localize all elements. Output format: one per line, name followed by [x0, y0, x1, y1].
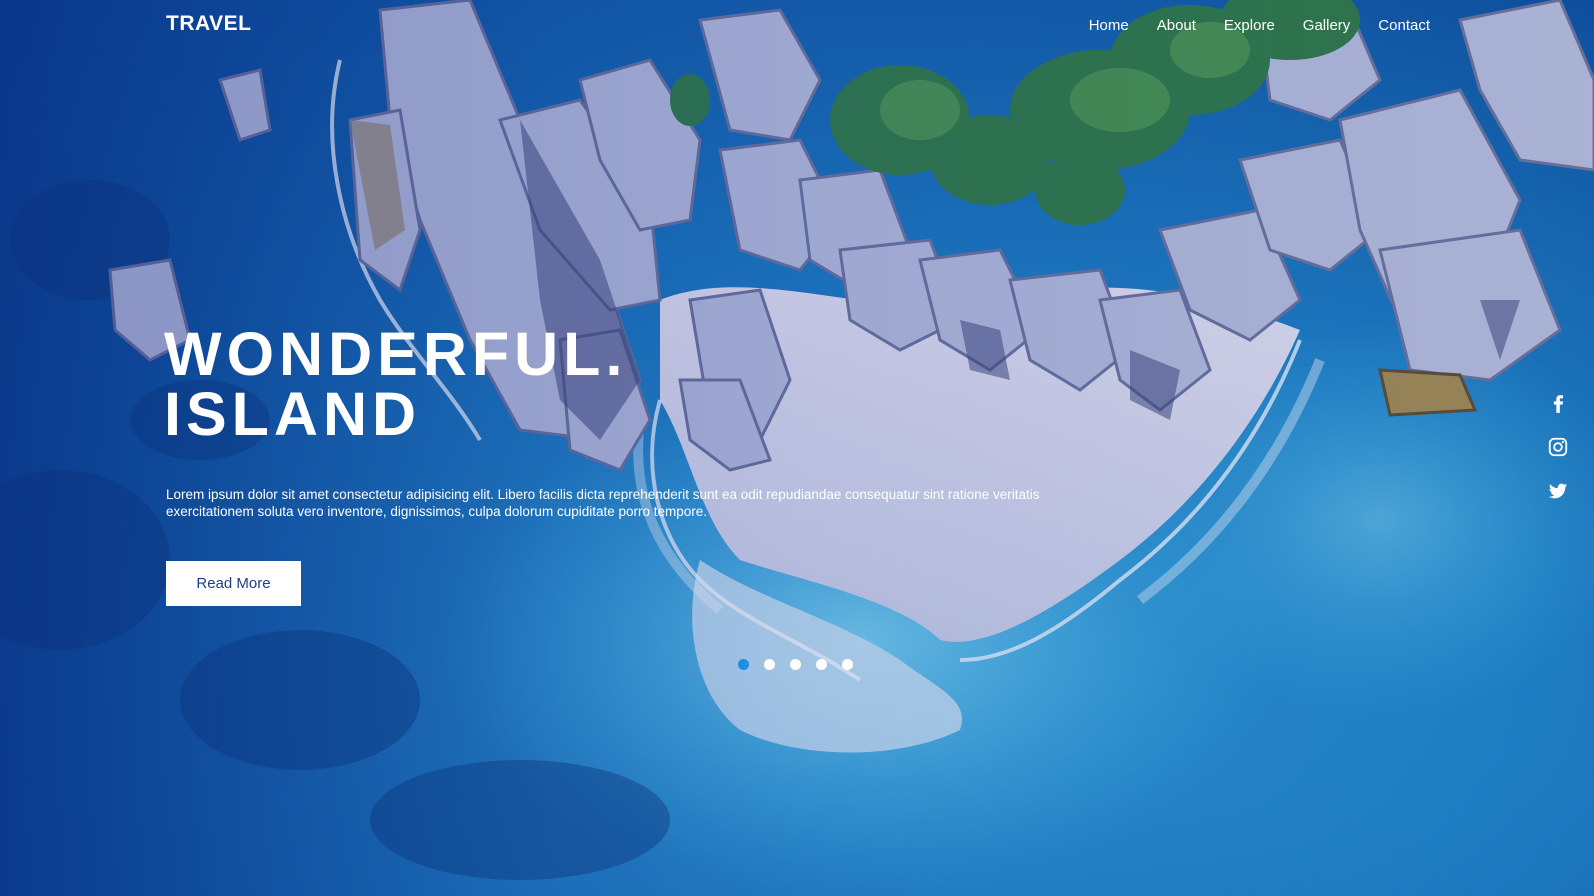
slider-dot-2[interactable] [764, 659, 775, 670]
hero-section: TRAVEL Home About Explore Gallery Contac… [0, 0, 1594, 896]
nav-link-about[interactable]: About [1157, 17, 1196, 34]
slider-dot-5[interactable] [842, 659, 853, 670]
nav-link-gallery[interactable]: Gallery [1303, 17, 1351, 34]
hero-title-line-1: WONDERFUL. [164, 320, 628, 388]
hero-title-line-2: ISLAND [164, 380, 422, 448]
hero-description: Lorem ipsum dolor sit amet consectetur a… [166, 487, 1040, 519]
twitter-icon[interactable] [1546, 480, 1570, 502]
hero-title: WONDERFUL. ISLAND [164, 320, 628, 448]
instagram-icon[interactable] [1546, 436, 1570, 458]
slider-dot-4[interactable] [816, 659, 827, 670]
nav-link-explore[interactable]: Explore [1224, 17, 1275, 34]
social-links [1546, 392, 1570, 502]
main-navigation: Home About Explore Gallery Contact [1089, 17, 1430, 34]
nav-link-contact[interactable]: Contact [1378, 17, 1430, 34]
facebook-icon[interactable] [1546, 392, 1570, 414]
site-logo[interactable]: TRAVEL [166, 12, 251, 36]
slider-dot-3[interactable] [790, 659, 801, 670]
slider-pagination [738, 659, 853, 670]
slider-dot-1[interactable] [738, 659, 749, 670]
nav-link-home[interactable]: Home [1089, 17, 1129, 34]
hero-color-overlay [0, 0, 1594, 896]
read-more-button[interactable]: Read More [166, 561, 301, 606]
